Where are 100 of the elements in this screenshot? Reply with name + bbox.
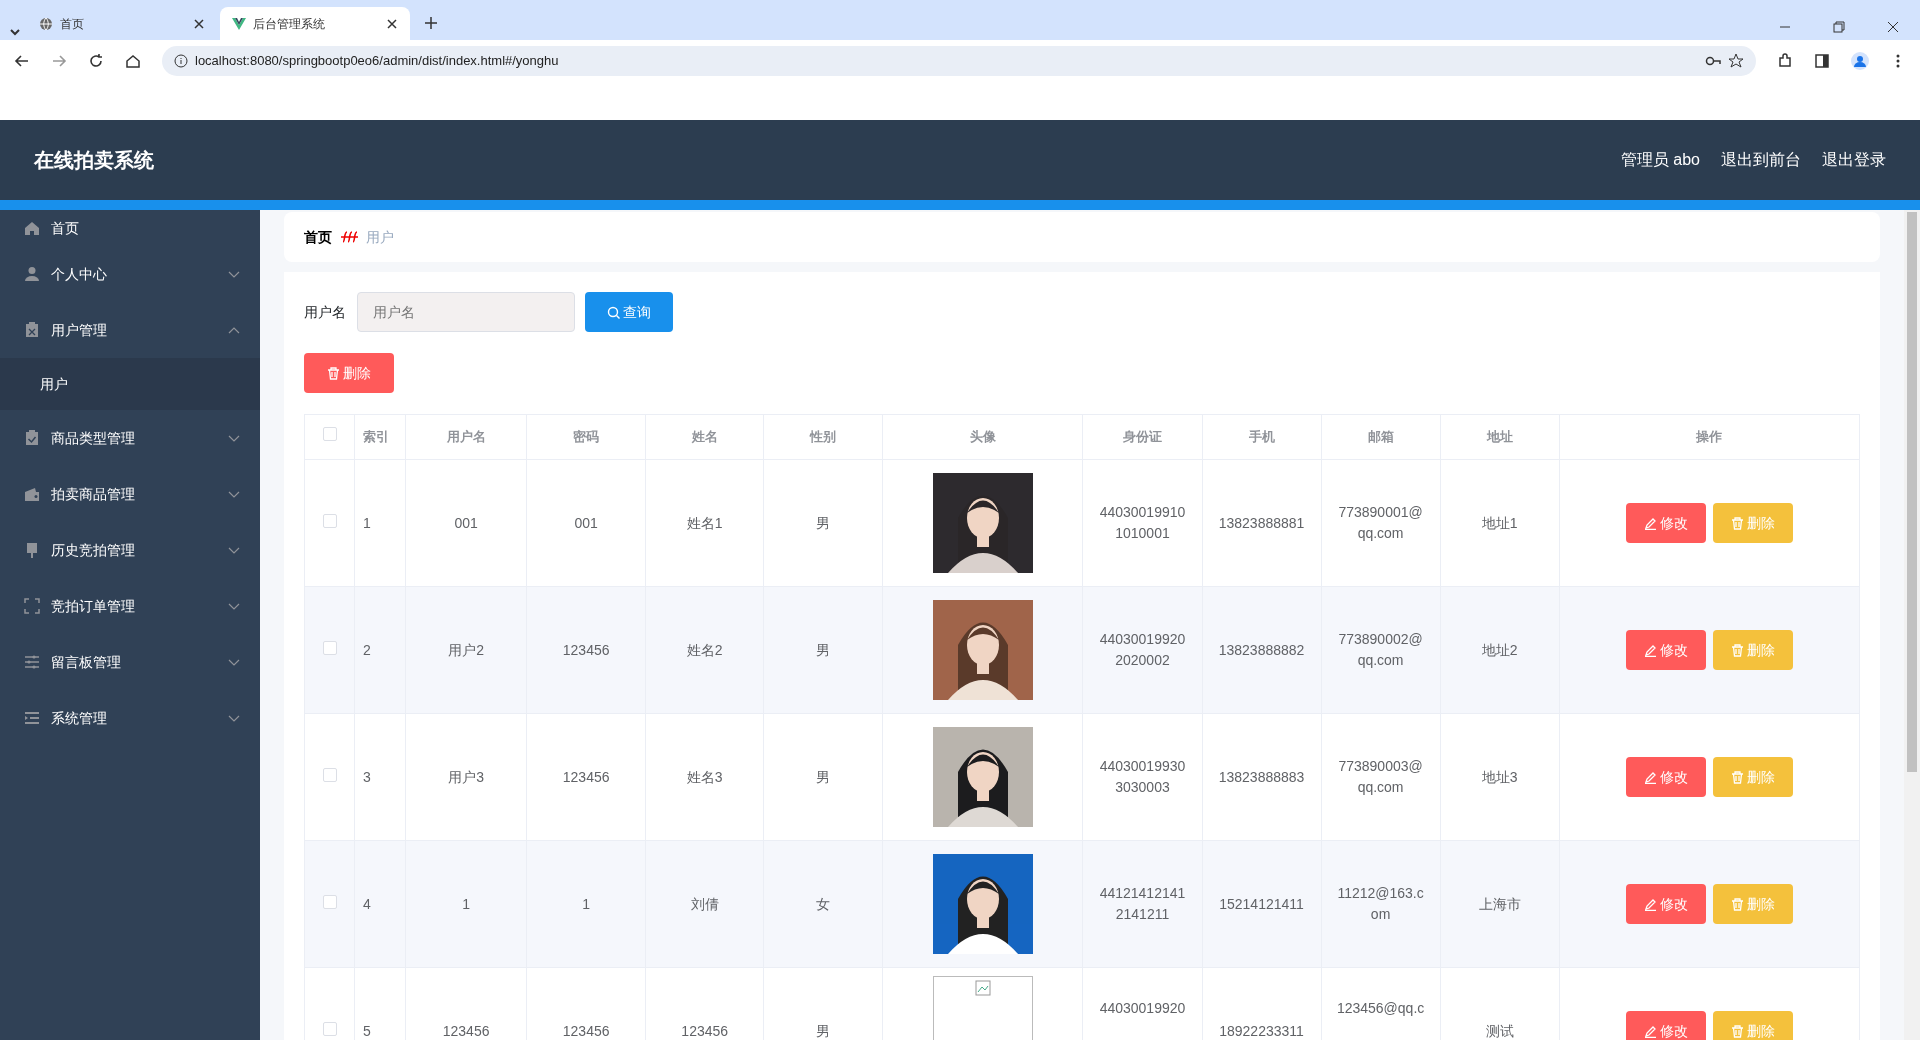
table-cell: 1 [526, 840, 646, 968]
breadcrumb-item[interactable]: 首页 [304, 226, 332, 248]
profile-icon[interactable] [1851, 52, 1869, 70]
table-cell: 001 [405, 459, 527, 587]
trash-icon [1730, 516, 1744, 530]
column-header: 手机 [1202, 414, 1322, 460]
column-header: 身份证 [1082, 414, 1202, 460]
breadcrumb-item: 用户 [366, 227, 394, 247]
browser-tab[interactable]: 后台管理系统 [220, 7, 410, 40]
reload-icon[interactable] [88, 53, 104, 69]
address-bar[interactable]: localhost:8080/springbootp0eo6/admin/dist/index.html#/yonghu [162, 46, 1756, 76]
trash-icon [1730, 770, 1744, 784]
close-icon[interactable] [192, 17, 205, 30]
trash-icon [326, 366, 340, 380]
table-cell: 440300199303030003 [1082, 713, 1202, 841]
trash-icon [1730, 1024, 1744, 1038]
header-link[interactable]: 退出到前台 [1721, 148, 1801, 172]
broken-image-icon [974, 980, 991, 997]
table-cell: 1 [354, 459, 406, 587]
search-field[interactable]: 用户名 [356, 292, 575, 332]
info-icon [174, 54, 188, 68]
restore-icon[interactable] [1833, 21, 1845, 33]
row-checkbox[interactable] [322, 894, 337, 909]
table-cell: 13823888882 [1202, 586, 1322, 714]
new-tab-icon[interactable] [423, 16, 438, 30]
list-icon [24, 710, 40, 726]
clipboard-icon [24, 322, 40, 338]
sidebar-item[interactable]: 留言板管理 [0, 634, 260, 690]
column-header: 操作 [1559, 414, 1860, 460]
sidebar-item[interactable]: 个人中心 [0, 246, 260, 302]
sliders-icon [24, 654, 40, 670]
row-checkbox[interactable] [322, 640, 337, 655]
column-header: 姓名 [645, 414, 764, 460]
sidebar-subitem[interactable]: 用户 [0, 358, 260, 410]
column-header: 地址 [1440, 414, 1560, 460]
table-cell: 773890003@qq.com [1321, 713, 1441, 841]
scrollbar[interactable] [1904, 210, 1920, 1040]
table-cell: 用户3 [405, 713, 527, 841]
side-panel-icon[interactable] [1814, 53, 1830, 69]
star-icon[interactable] [1728, 53, 1744, 69]
sidebar-item[interactable]: 竞拍订单管理 [0, 578, 260, 634]
globe-icon [38, 16, 53, 31]
table-cell: 2 [354, 586, 406, 714]
table-cell: 773890002@qq.com [1321, 586, 1441, 714]
table-cell: 男 [763, 459, 883, 587]
table-cell: 姓名3 [645, 713, 764, 841]
trash-icon [1730, 897, 1744, 911]
sidebar-item[interactable]: 系统管理 [0, 690, 260, 746]
table-cell: 地址3 [1440, 713, 1560, 841]
close-icon[interactable] [386, 17, 398, 30]
pencil-icon [1643, 643, 1657, 657]
header-link[interactable]: 退出登录 [1822, 148, 1886, 172]
pencil-icon [1643, 770, 1657, 784]
person-icon [24, 266, 40, 282]
table-cell: 姓名1 [645, 459, 764, 587]
sidebar-item[interactable]: 用户管理 [0, 302, 260, 358]
row-checkbox[interactable] [322, 513, 337, 528]
select-all-checkbox[interactable] [322, 427, 337, 442]
browser-tab[interactable]: 首页 [26, 7, 217, 40]
frame-icon [24, 598, 40, 614]
table-cell: 3 [354, 713, 406, 841]
wallet-icon [24, 486, 40, 502]
table-cell: 773890001@qq.com [1321, 459, 1441, 587]
home-icon [24, 220, 40, 236]
table-cell: 上海市 [1440, 840, 1560, 968]
sidebar-item[interactable]: 商品类型管理 [0, 410, 260, 466]
field-label: 用户名 [304, 302, 346, 322]
table-cell: 123456 [526, 586, 646, 714]
row-checkbox[interactable] [322, 1021, 337, 1036]
pencil-icon [1643, 897, 1657, 911]
user-label[interactable]: 管理员 abo [1620, 148, 1700, 172]
home-icon[interactable] [125, 53, 141, 69]
column-header: 密码 [526, 414, 646, 460]
column-header: 性别 [763, 414, 883, 460]
column-header: 用户名 [405, 414, 527, 460]
close-icon[interactable] [1887, 21, 1899, 33]
separator-icon [339, 229, 359, 245]
table-cell: 440300199202020002 [1082, 586, 1202, 714]
table-cell: 4 [354, 840, 406, 968]
row-checkbox[interactable] [322, 767, 337, 782]
table-cell: 13823888881 [1202, 459, 1322, 587]
sidebar-item[interactable]: 拍卖商品管理 [0, 466, 260, 522]
table-cell: 地址2 [1440, 586, 1560, 714]
table-cell: 女 [763, 840, 883, 968]
forward-icon[interactable] [51, 53, 67, 69]
brush-icon [24, 542, 40, 558]
table-cell: 001 [526, 459, 646, 587]
table-cell: 11212@163.com [1321, 840, 1441, 968]
sidebar-item[interactable]: 历史竞拍管理 [0, 522, 260, 578]
sidebar-item[interactable]: 首页 [0, 210, 260, 246]
table-cell: 刘倩 [645, 840, 764, 968]
table-cell: 男 [763, 713, 883, 841]
column-header: 邮箱 [1321, 414, 1441, 460]
table-cell: 姓名2 [645, 586, 764, 714]
search-icon [606, 305, 620, 319]
table-cell: 男 [763, 586, 883, 714]
back-icon[interactable] [14, 53, 30, 69]
table-cell: 地址1 [1440, 459, 1560, 587]
pencil-icon [1643, 1024, 1657, 1038]
extensions-icon[interactable] [1777, 53, 1793, 69]
